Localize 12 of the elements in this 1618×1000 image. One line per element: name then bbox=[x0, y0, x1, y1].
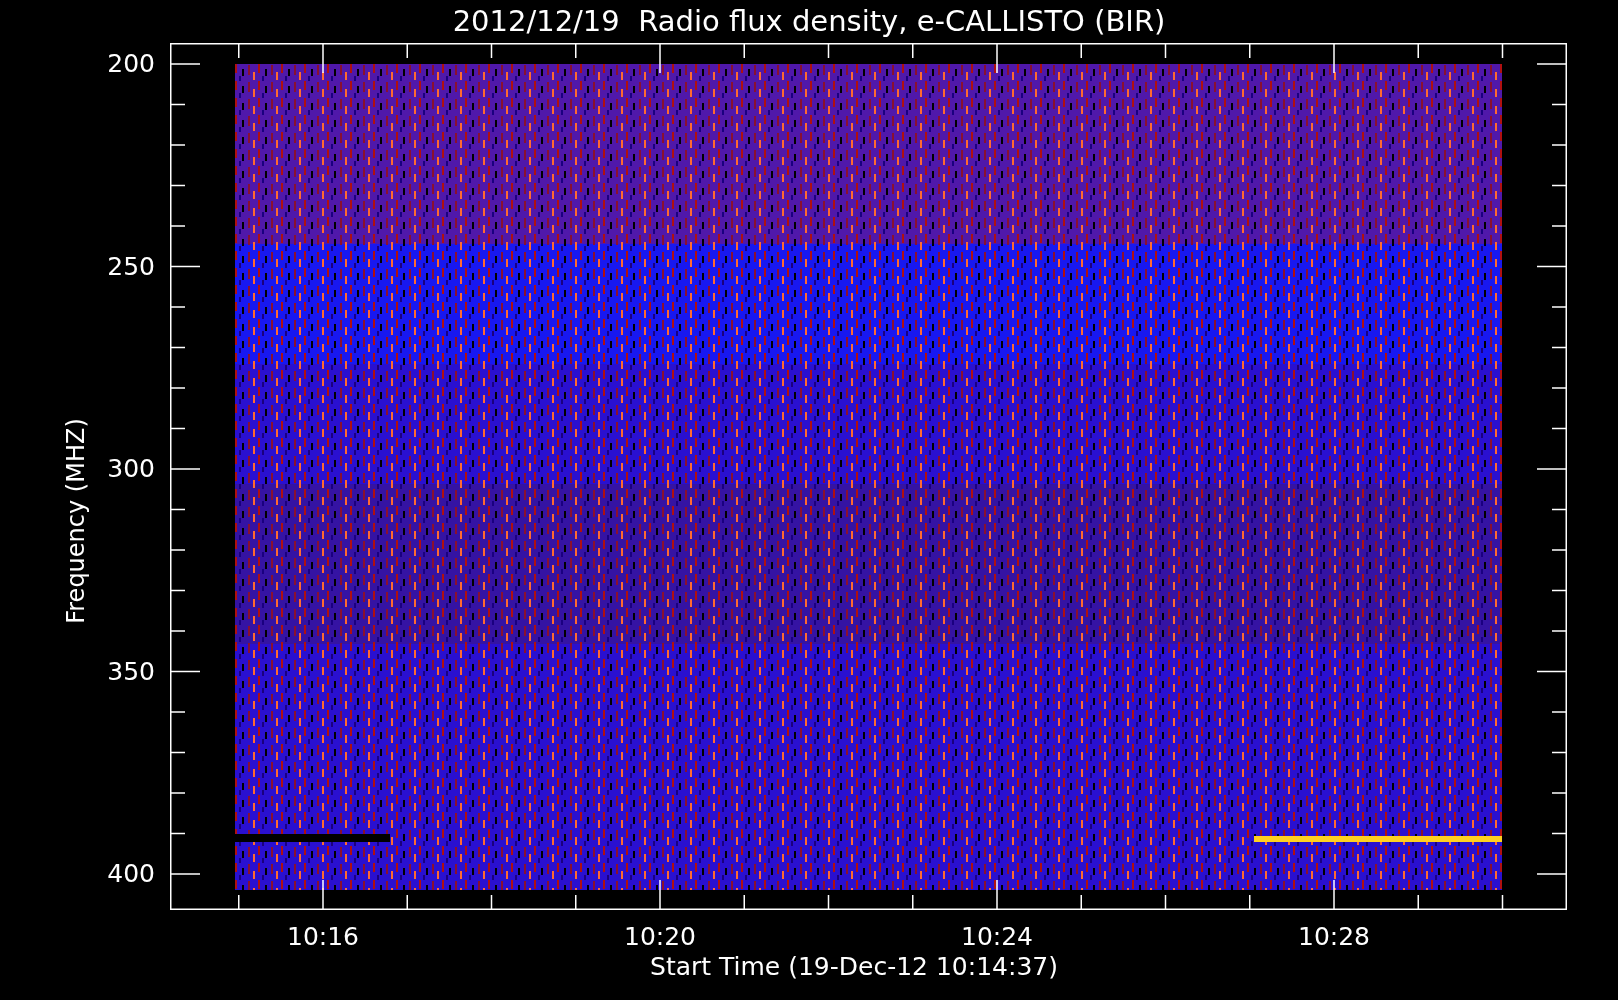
tick-label: 350 bbox=[106, 658, 155, 684]
tick-label: 10:16 bbox=[287, 924, 359, 949]
axis-label: Frequency (MHZ) bbox=[64, 418, 88, 624]
tick-label: 10:20 bbox=[624, 924, 696, 949]
tick-label: 400 bbox=[106, 861, 155, 886]
tick-label: 10:24 bbox=[961, 924, 1033, 949]
tick-label: 250 bbox=[106, 253, 155, 279]
tick-label: 200 bbox=[106, 51, 155, 76]
tick-label: 300 bbox=[106, 456, 155, 481]
axis-label: Start Time (19-Dec-12 10:14:37) bbox=[650, 954, 1058, 979]
tick-label: 10:28 bbox=[1298, 924, 1370, 949]
chart-title: 2012/12/19 Radio flux density, e-CALLISTO (BIR) bbox=[452, 7, 1166, 36]
